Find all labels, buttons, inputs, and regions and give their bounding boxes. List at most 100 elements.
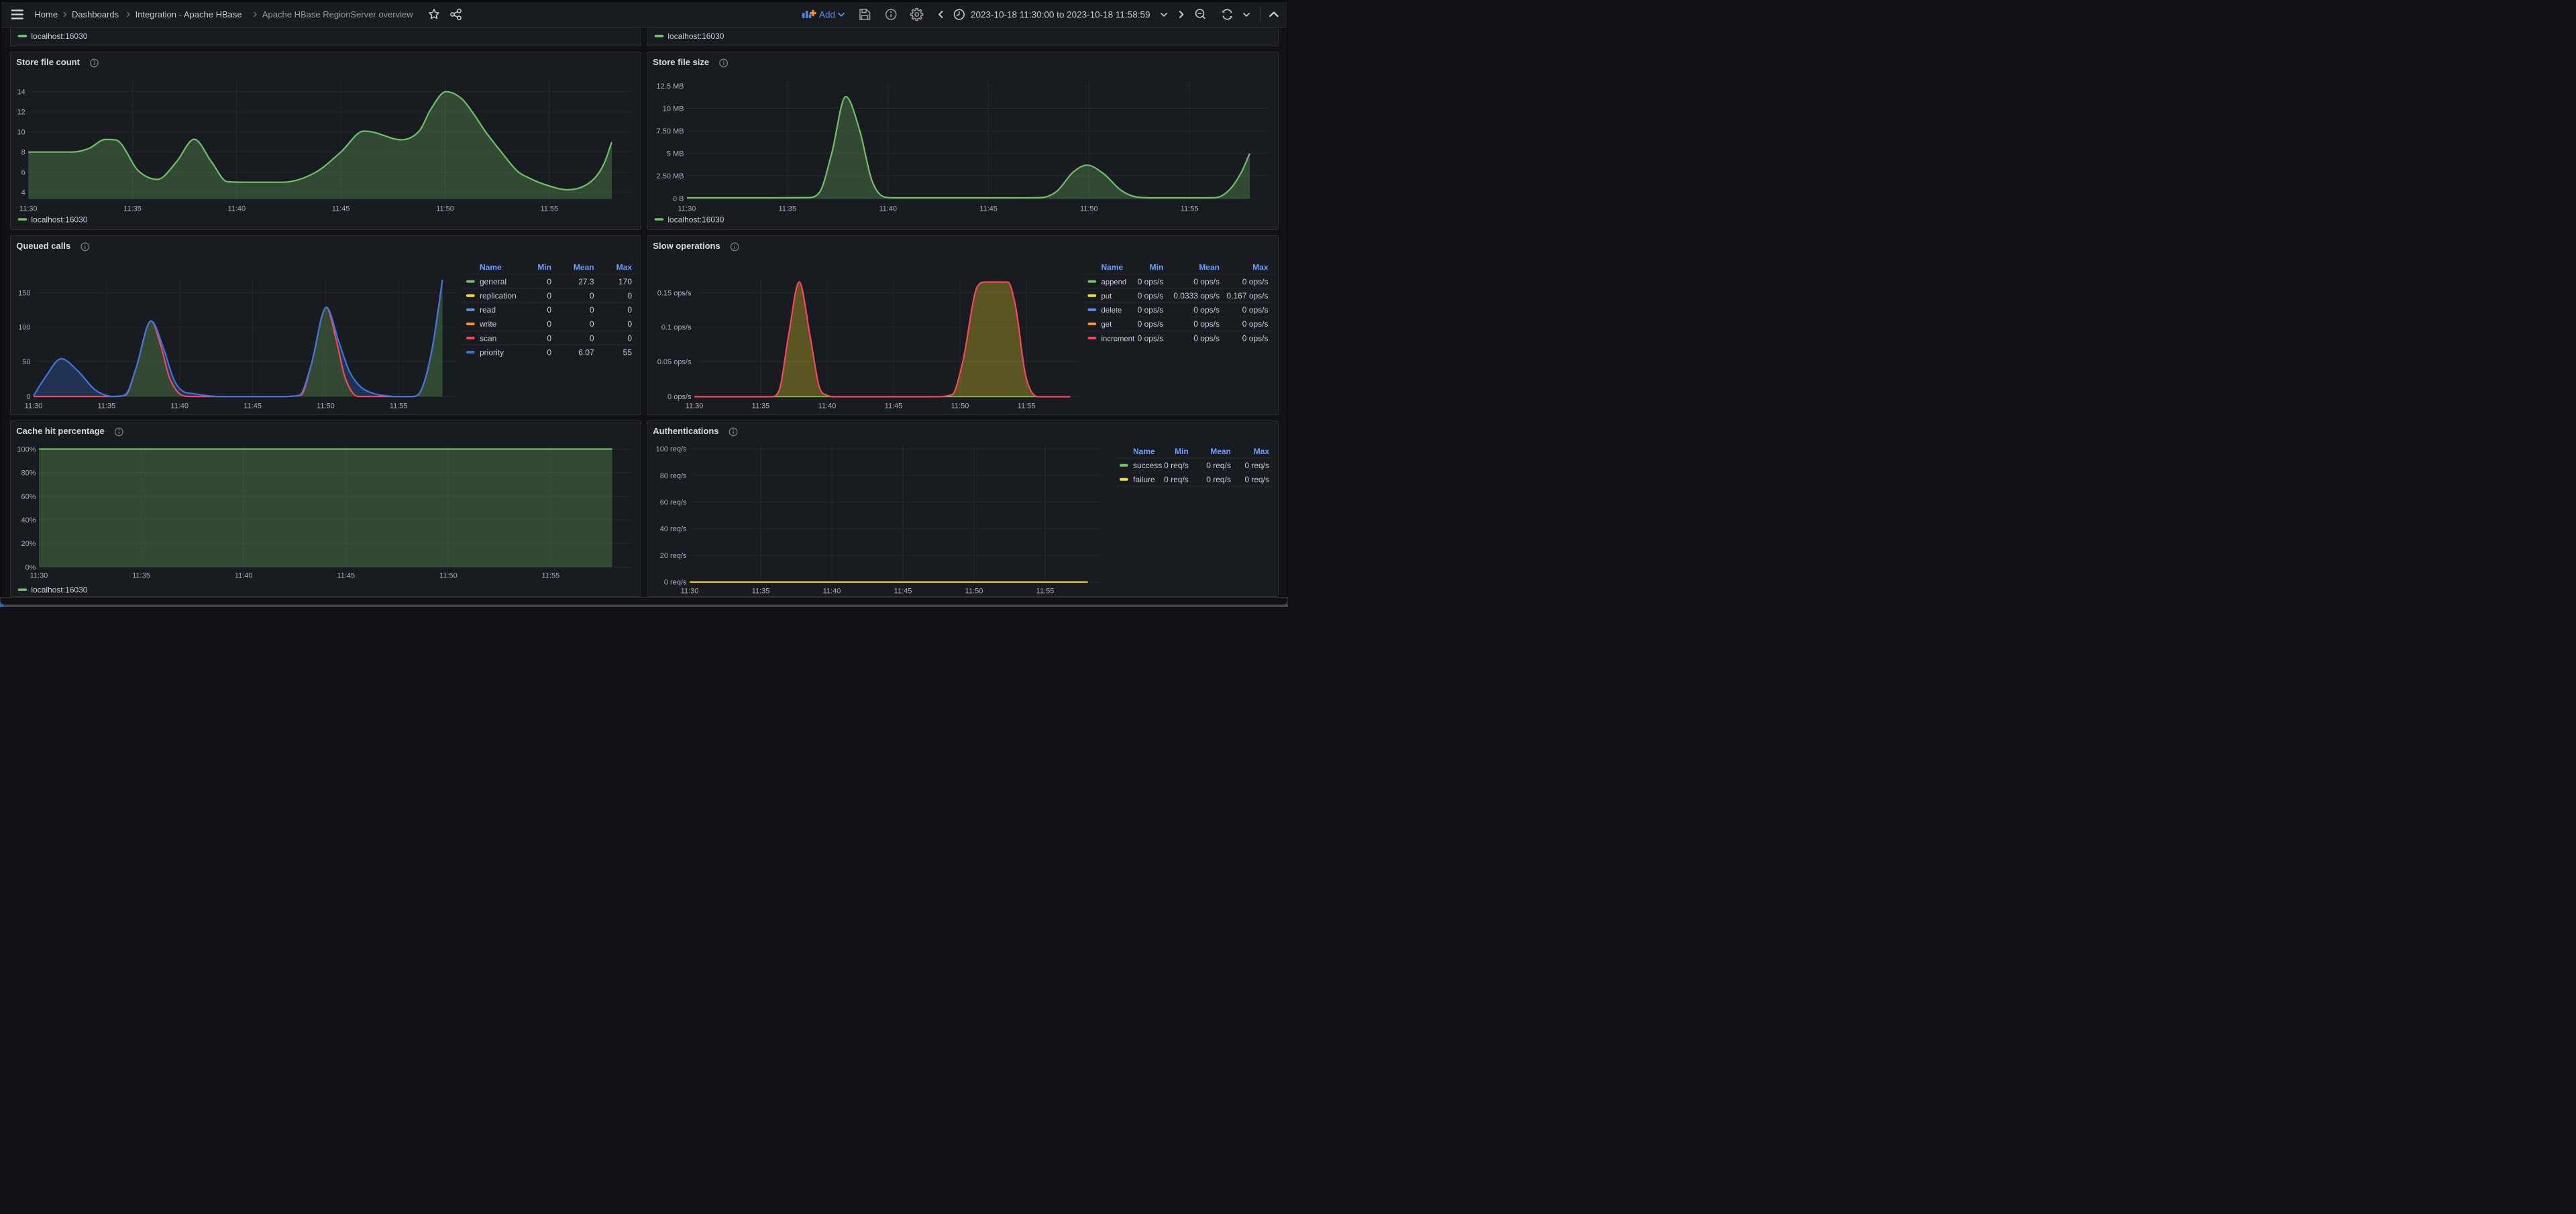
svg-text:0: 0 xyxy=(627,305,632,315)
svg-text:Add: Add xyxy=(819,9,835,19)
svg-text:6.07: 6.07 xyxy=(578,347,594,357)
svg-text:11:30: 11:30 xyxy=(678,205,696,213)
svg-text:11:45: 11:45 xyxy=(337,571,355,580)
svg-text:11:55: 11:55 xyxy=(542,571,560,580)
svg-text:localhost:16030: localhost:16030 xyxy=(31,215,87,224)
svg-text:40%: 40% xyxy=(21,516,36,525)
svg-text:10: 10 xyxy=(17,129,25,137)
svg-text:0 ops/s: 0 ops/s xyxy=(1242,333,1269,343)
svg-text:0 ops/s: 0 ops/s xyxy=(1138,305,1164,315)
svg-text:0 ops/s: 0 ops/s xyxy=(1138,291,1164,300)
svg-text:0%: 0% xyxy=(25,563,36,571)
svg-text:localhost:16030: localhost:16030 xyxy=(31,32,87,41)
svg-text:increment: increment xyxy=(1102,335,1135,343)
svg-text:0 ops/s: 0 ops/s xyxy=(1242,276,1269,286)
svg-text:0: 0 xyxy=(590,305,594,315)
svg-text:11:35: 11:35 xyxy=(778,205,796,213)
svg-text:Store file size: Store file size xyxy=(653,57,709,67)
svg-text:0: 0 xyxy=(547,276,551,286)
svg-text:12: 12 xyxy=(17,109,25,117)
svg-text:delete: delete xyxy=(1102,307,1122,315)
svg-text:0: 0 xyxy=(547,305,551,315)
svg-text:0: 0 xyxy=(547,333,551,343)
svg-text:Mean: Mean xyxy=(1199,262,1220,272)
svg-text:append: append xyxy=(1102,278,1127,286)
svg-text:80 req/s: 80 req/s xyxy=(660,472,687,480)
svg-text:0 req/s: 0 req/s xyxy=(1164,475,1189,484)
svg-text:0: 0 xyxy=(590,291,594,300)
svg-text:0.1 ops/s: 0.1 ops/s xyxy=(661,323,692,331)
svg-text:11:45: 11:45 xyxy=(332,205,350,213)
svg-text:Mean: Mean xyxy=(1210,446,1231,455)
svg-text:0.0333 ops/s: 0.0333 ops/s xyxy=(1173,291,1220,300)
svg-text:Home: Home xyxy=(34,9,58,19)
svg-text:0 ops/s: 0 ops/s xyxy=(1138,276,1164,286)
svg-text:11:50: 11:50 xyxy=(1080,205,1098,213)
svg-text:11:30: 11:30 xyxy=(19,205,38,213)
svg-text:localhost:16030: localhost:16030 xyxy=(31,585,87,594)
svg-text:Min: Min xyxy=(1150,262,1164,272)
svg-text:0 ops/s: 0 ops/s xyxy=(667,393,692,401)
svg-text:100%: 100% xyxy=(17,445,36,453)
svg-text:11:50: 11:50 xyxy=(436,205,454,213)
svg-text:11:40: 11:40 xyxy=(818,402,837,410)
svg-text:Queued calls: Queued calls xyxy=(16,241,70,251)
svg-text:80%: 80% xyxy=(21,469,36,477)
svg-text:Name: Name xyxy=(1133,446,1155,455)
svg-text:0: 0 xyxy=(590,319,594,329)
svg-text:failure: failure xyxy=(1133,475,1155,484)
svg-text:14: 14 xyxy=(17,89,25,97)
svg-text:11:55: 11:55 xyxy=(390,402,408,410)
svg-text:55: 55 xyxy=(623,347,633,357)
svg-text:11:30: 11:30 xyxy=(686,402,704,410)
svg-text:40 req/s: 40 req/s xyxy=(660,525,687,533)
svg-text:0.05 ops/s: 0.05 ops/s xyxy=(657,357,692,366)
svg-text:0 ops/s: 0 ops/s xyxy=(1193,319,1220,329)
svg-text:0 ops/s: 0 ops/s xyxy=(1193,276,1220,286)
svg-text:0 req/s: 0 req/s xyxy=(664,578,687,586)
svg-text:100 req/s: 100 req/s xyxy=(656,445,687,453)
svg-text:11:30: 11:30 xyxy=(30,571,48,580)
svg-text:20 req/s: 20 req/s xyxy=(660,552,687,560)
svg-text:Dashboards: Dashboards xyxy=(72,9,119,19)
svg-text:Cache hit percentage: Cache hit percentage xyxy=(16,426,105,436)
svg-text:20%: 20% xyxy=(21,540,36,548)
svg-text:6: 6 xyxy=(21,169,25,177)
svg-text:Name: Name xyxy=(480,262,502,272)
svg-text:0: 0 xyxy=(547,291,551,300)
svg-text:read: read xyxy=(480,305,496,315)
svg-text:170: 170 xyxy=(619,276,632,286)
svg-text:success: success xyxy=(1133,461,1162,470)
svg-text:11:55: 11:55 xyxy=(540,205,558,213)
svg-text:11:45: 11:45 xyxy=(244,402,262,410)
svg-text:60 req/s: 60 req/s xyxy=(660,498,687,506)
svg-text:11:40: 11:40 xyxy=(227,205,246,213)
svg-text:11:45: 11:45 xyxy=(894,587,912,595)
svg-text:11:30: 11:30 xyxy=(25,402,43,410)
svg-text:scan: scan xyxy=(480,333,496,343)
svg-text:0 req/s: 0 req/s xyxy=(1206,475,1231,484)
svg-text:11:35: 11:35 xyxy=(752,402,770,410)
svg-text:0: 0 xyxy=(547,319,551,329)
svg-text:general: general xyxy=(480,276,506,286)
svg-text:11:35: 11:35 xyxy=(97,402,115,410)
svg-text:11:35: 11:35 xyxy=(132,571,150,580)
svg-text:Slow operations: Slow operations xyxy=(653,241,720,251)
svg-text:11:55: 11:55 xyxy=(1036,587,1055,595)
svg-text:27.3: 27.3 xyxy=(578,276,594,286)
svg-text:0: 0 xyxy=(627,291,632,300)
svg-text:Mean: Mean xyxy=(574,262,594,272)
svg-text:7.50 MB: 7.50 MB xyxy=(657,127,684,135)
svg-text:100: 100 xyxy=(18,323,30,331)
svg-text:Integration - Apache HBase: Integration - Apache HBase xyxy=(136,9,242,19)
svg-text:replication: replication xyxy=(480,291,517,300)
svg-text:11:40: 11:40 xyxy=(235,571,253,580)
svg-text:Apache HBase RegionServer over: Apache HBase RegionServer overview xyxy=(262,9,413,19)
svg-text:11:50: 11:50 xyxy=(951,402,969,410)
svg-text:0: 0 xyxy=(627,319,632,329)
svg-text:0.167 ops/s: 0.167 ops/s xyxy=(1226,291,1268,300)
svg-text:11:35: 11:35 xyxy=(123,205,142,213)
svg-text:Max: Max xyxy=(616,262,633,272)
svg-text:get: get xyxy=(1102,321,1113,329)
svg-text:Min: Min xyxy=(1175,446,1189,455)
